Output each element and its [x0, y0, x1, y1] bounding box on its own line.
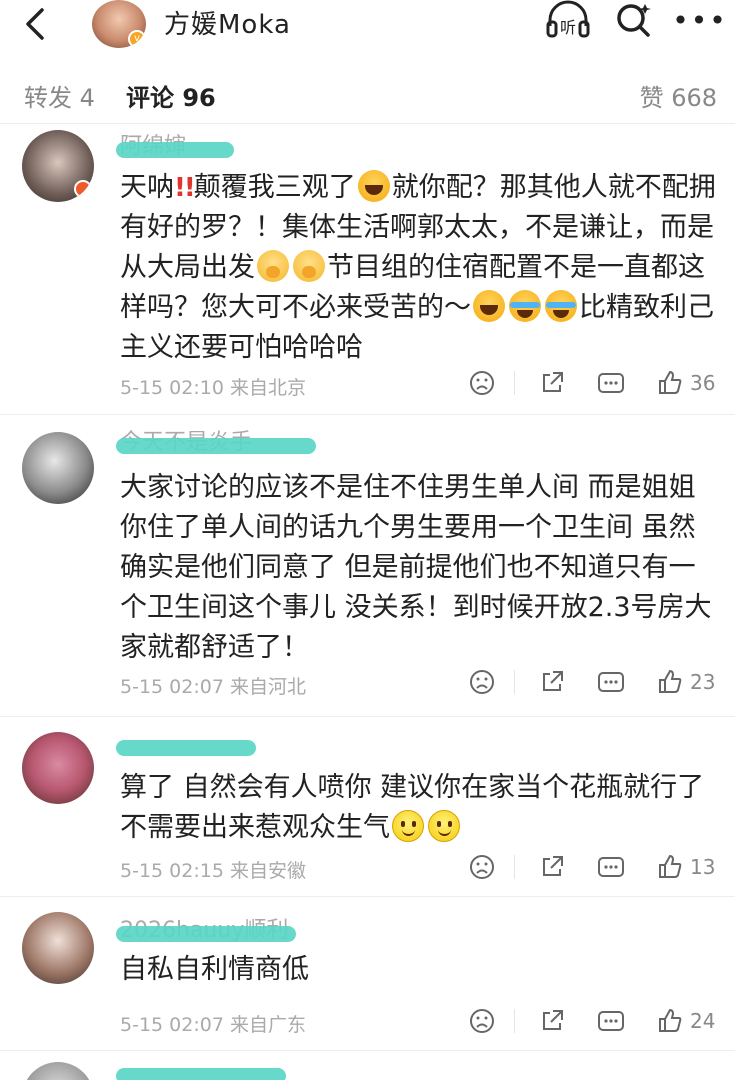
smile-emoji-icon: [428, 810, 460, 842]
comment-text: 自私自利情商低: [120, 954, 309, 985]
comment-item: 2026hauuy顺利 自私自利情商低 5-15 02:07 来自广东 24: [0, 898, 735, 1058]
avatar[interactable]: [22, 432, 94, 504]
share-icon[interactable]: [538, 850, 566, 884]
comment-time: 5-15 02:07: [120, 1014, 224, 1036]
tab-like[interactable]: 赞 668: [640, 78, 717, 113]
laugh-cry-emoji-icon: [545, 290, 577, 322]
avatar[interactable]: [22, 732, 94, 804]
comment-actions: 36: [460, 366, 720, 400]
tab-repost[interactable]: 转发 4: [24, 78, 95, 113]
dislike-icon[interactable]: [468, 850, 496, 884]
dislike-icon[interactable]: [468, 1004, 496, 1038]
avatar[interactable]: [22, 130, 94, 202]
comment-time: 5-15 02:07: [120, 676, 224, 698]
comment-text-part: 天呐: [120, 172, 174, 203]
shush-emoji-icon: [293, 250, 325, 282]
like-count: 23: [690, 670, 716, 694]
name-highlight: [116, 1068, 286, 1080]
shush-emoji-icon: [257, 250, 289, 282]
comment-actions: 13: [460, 850, 720, 884]
comment-divider: [0, 1050, 735, 1051]
like-button[interactable]: 24: [656, 1004, 715, 1038]
action-divider: [514, 855, 515, 879]
comment-divider: [0, 414, 735, 415]
listen-button[interactable]: 听: [544, 0, 592, 40]
comment-meta: 5-15 02:07 来自广东: [120, 1010, 306, 1037]
comment-divider: [0, 716, 735, 717]
comment-location: 来自河北: [229, 676, 306, 698]
share-icon[interactable]: [538, 1004, 566, 1038]
dislike-icon[interactable]: [468, 665, 496, 699]
smile-emoji-icon: [392, 810, 424, 842]
comment-location: 来自安徽: [229, 860, 306, 882]
like-count: 13: [690, 855, 716, 879]
like-button[interactable]: 23: [656, 665, 715, 699]
verified-badge-icon: v: [128, 30, 146, 48]
like-button[interactable]: 13: [656, 850, 715, 884]
double-exclamation-icon: !!: [174, 173, 196, 203]
thumbs-up-icon: [659, 1008, 682, 1032]
thumbs-up-icon: [659, 854, 682, 878]
dislike-icon[interactable]: [468, 366, 496, 400]
action-divider: [514, 371, 515, 395]
like-count: 24: [690, 1009, 716, 1033]
comment-actions: 23: [460, 665, 720, 699]
reply-icon[interactable]: [596, 665, 626, 699]
avatar[interactable]: [22, 912, 94, 984]
laugh-cry-emoji-icon: [509, 290, 541, 322]
reply-icon[interactable]: [596, 1004, 626, 1038]
back-icon[interactable]: [18, 6, 54, 42]
like-count: 36: [690, 371, 716, 395]
page-title[interactable]: 方媛Moka: [164, 4, 291, 41]
more-options-icon[interactable]: •••: [672, 0, 726, 40]
listen-label: 听: [560, 18, 576, 37]
comment-meta: 5-15 02:10 来自北京: [120, 373, 306, 400]
comment-text: 天呐!!颠覆我三观了 就你配？那其他人就不配拥有好的罗？！集体生活啊郭太太，不是谦…: [120, 168, 720, 368]
comment-meta: 5-15 02:15 来自安徽: [120, 856, 306, 883]
comment-text: 算了 自然会有人喷你 建议你在家当个花瓶就行了 不需要出来惹观众生气: [120, 768, 720, 848]
comment-item: 阿绵婶 天呐!!颠覆我三观了就你配？那其他人就不配拥有好的罗？！集体生活啊郭太太…: [0, 126, 735, 416]
member-badge-icon: [74, 180, 92, 198]
reply-icon[interactable]: [596, 850, 626, 884]
reply-icon[interactable]: [596, 366, 626, 400]
avatar[interactable]: [22, 1062, 94, 1080]
comment-text-part: 颠覆我三观了: [193, 172, 356, 203]
share-icon[interactable]: [538, 665, 566, 699]
action-divider: [514, 670, 515, 694]
action-divider: [514, 1009, 515, 1033]
comment-location: 来自广东: [229, 1014, 306, 1036]
author-avatar[interactable]: v: [92, 0, 146, 48]
name-highlight: [116, 438, 316, 454]
like-button[interactable]: 36: [656, 366, 715, 400]
thumbs-up-icon: [659, 669, 682, 693]
comment-actions: 24: [460, 1004, 720, 1038]
comment-item: 算了 自然会有人喷你 建议你在家当个花瓶就行了 不需要出来惹观众生气 5-15 …: [0, 718, 735, 898]
comment-location: 来自北京: [229, 377, 306, 399]
comment-divider: [0, 896, 735, 897]
search-icon[interactable]: [612, 0, 656, 40]
tab-bar: 转发 4 评论 96 赞 668: [0, 62, 735, 124]
comment-time: 5-15 02:15: [120, 860, 224, 882]
laugh-emoji-icon: [473, 290, 505, 322]
name-highlight: [116, 142, 234, 158]
comment-item: 今天不是炎手 大家讨论的应该不是住不住男生单人间 而是姐姐你住了单人间的话九个男…: [0, 418, 735, 718]
name-highlight: [116, 926, 296, 942]
comment-meta: 5-15 02:07 来自河北: [120, 672, 306, 699]
comment-text: 大家讨论的应该不是住不住男生单人间 而是姐姐你住了单人间的话九个男生要用一个卫生…: [120, 472, 712, 663]
laugh-emoji-icon: [357, 170, 390, 202]
comment-time: 5-15 02:10: [120, 377, 224, 399]
top-bar: v 方媛Moka 听 •••: [0, 0, 735, 62]
thumbs-up-icon: [659, 370, 682, 394]
share-icon[interactable]: [538, 366, 566, 400]
tab-comment[interactable]: 评论 96: [126, 78, 216, 113]
name-highlight: [116, 740, 256, 756]
